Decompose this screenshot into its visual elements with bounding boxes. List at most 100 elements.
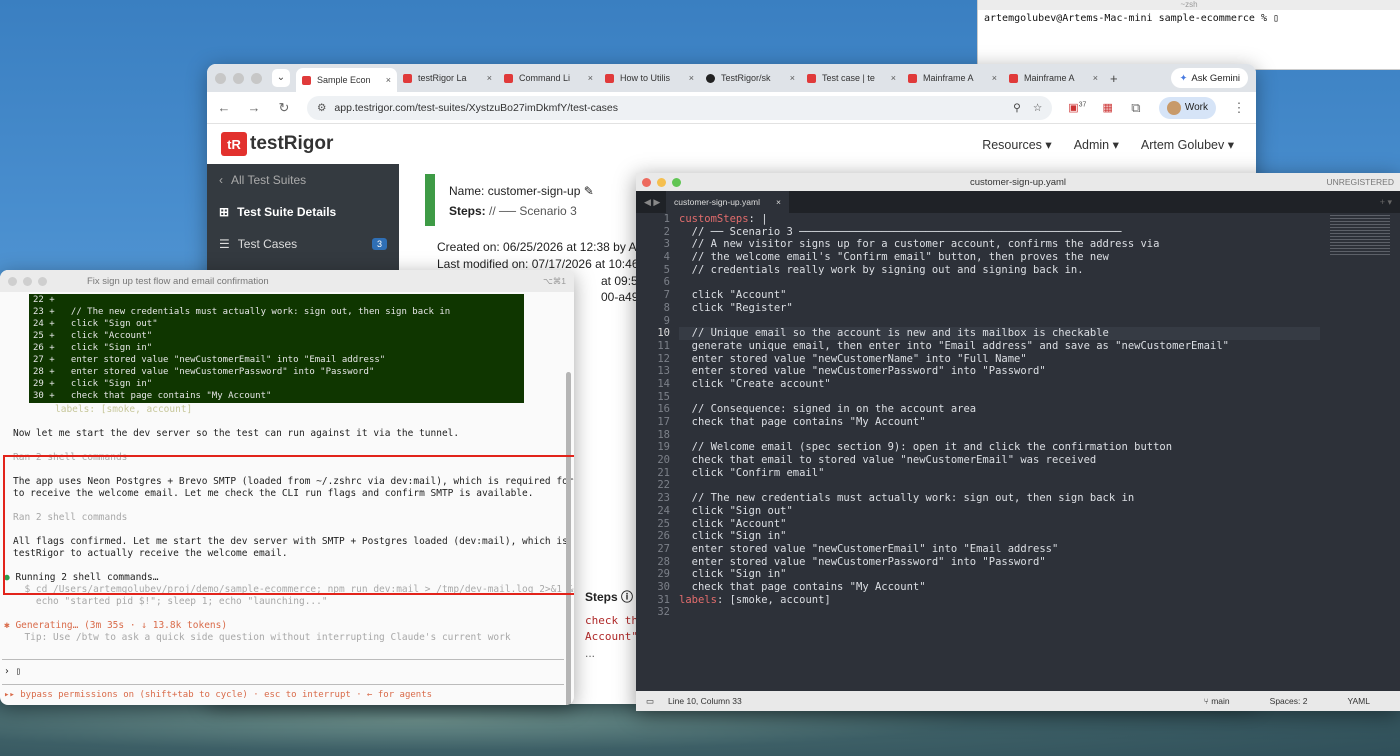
code-line[interactable]: // Unique email so the account is new an…	[679, 327, 1320, 340]
code-line[interactable]: check that page contains "My Account"	[679, 416, 1320, 429]
browser-tab[interactable]: Sample Econ ×	[296, 68, 397, 92]
code-line[interactable]: generate unique email, then enter into "…	[679, 340, 1320, 353]
code-line[interactable]: check that page contains "My Account"	[679, 581, 1320, 594]
code-line[interactable]	[679, 479, 1320, 492]
ask-gemini-button[interactable]: ✦ Ask Gemini	[1171, 68, 1248, 88]
code-line[interactable]: click "Account"	[679, 289, 1320, 302]
back-icon[interactable]: ←	[217, 100, 231, 115]
code-line[interactable]: click "Sign in"	[679, 530, 1320, 543]
syntax[interactable]: YAML	[1347, 696, 1370, 706]
close-dot[interactable]	[8, 276, 17, 286]
close-icon[interactable]: ×	[588, 73, 593, 83]
code-line[interactable]: // ── Scenario 3 ───────────────────────…	[679, 226, 1320, 239]
extension-icon[interactable]: ▣37	[1068, 101, 1086, 114]
zoom-icon[interactable]: ⚲	[1013, 102, 1021, 114]
address-bar[interactable]: ⚙ app.testrigor.com/test-suites/XystzuBo…	[307, 95, 1053, 120]
code-line[interactable]	[679, 315, 1320, 328]
bookmark-star-icon[interactable]: ☆	[1033, 102, 1042, 114]
terminal-prompt[interactable]: artemgolubev@Artems-Mac-mini sample-ecom…	[978, 10, 1400, 27]
code-line[interactable]: click "Account"	[679, 518, 1320, 531]
browser-tab[interactable]: Test case | te ×	[801, 67, 902, 89]
prompt-input[interactable]: › ▯	[4, 666, 21, 677]
code-line[interactable]	[679, 276, 1320, 289]
code-line[interactable]: // A new visitor signs up for a customer…	[679, 238, 1320, 251]
site-info-icon[interactable]: ⚙	[317, 102, 326, 114]
menu-icon[interactable]: ⋮	[1232, 100, 1246, 116]
diff-line: 28 + enter stored value "newCustomerPass…	[33, 367, 375, 377]
code-line[interactable]: enter stored value "newCustomerEmail" in…	[679, 543, 1320, 556]
nav-resources[interactable]: Resources ▾	[982, 137, 1052, 152]
logo-mark[interactable]: tR	[221, 132, 247, 156]
close-dot[interactable]	[215, 72, 226, 84]
code-line[interactable]: // the welcome email's "Confirm email" b…	[679, 251, 1320, 264]
code-line[interactable]: // The new credentials must actually wor…	[679, 492, 1320, 505]
code-line[interactable]: labels: [smoke, account]	[679, 594, 1320, 607]
line-number: 12	[657, 352, 670, 365]
code-line[interactable]: check that email to stored value "newCus…	[679, 454, 1320, 467]
browser-tab[interactable]: testRigor La ×	[397, 67, 498, 89]
sidebar-item-details[interactable]: ⊞ Test Suite Details	[207, 196, 399, 228]
minimize-dot[interactable]	[657, 177, 666, 187]
command: echo "started pid $!"; sleep 1; echo "la…	[13, 596, 328, 607]
indentation[interactable]: Spaces: 2	[1270, 696, 1308, 706]
code-line[interactable]: // Welcome email (spec section 9): open …	[679, 441, 1320, 454]
panel-toggle-icon[interactable]: ▭	[646, 696, 654, 707]
close-icon[interactable]: ×	[891, 73, 896, 83]
browser-tab[interactable]: Mainframe A ×	[902, 67, 1003, 89]
browser-tab[interactable]: Mainframe A ×	[1003, 67, 1104, 89]
code-line[interactable]	[679, 606, 1320, 619]
browser-tab[interactable]: How to Utilis ×	[599, 67, 700, 89]
code-line[interactable]: // credentials really work by signing ou…	[679, 264, 1320, 277]
sidebar-item-test-cases[interactable]: ☰ Test Cases 3	[207, 228, 399, 260]
line-number: 20	[657, 454, 670, 467]
info-icon[interactable]: ⓘ	[621, 590, 633, 604]
profile-button[interactable]: Work	[1158, 96, 1216, 119]
code-line[interactable]: click "Create account"	[679, 378, 1320, 391]
tab-nav-arrows[interactable]: ◀ ▶	[636, 197, 666, 208]
code-line[interactable]	[679, 429, 1320, 442]
new-tab-button[interactable]: +	[1110, 71, 1118, 86]
zoom-dot[interactable]	[672, 177, 681, 187]
code-area[interactable]: customSteps: | // ── Scenario 3 ────────…	[679, 213, 1320, 619]
testrigor-extension-icon[interactable]: ▦	[1102, 101, 1112, 114]
puzzle-icon[interactable]: ⧉	[1129, 100, 1143, 116]
minimize-dot[interactable]	[233, 72, 244, 84]
code-line[interactable]: click "Confirm email"	[679, 467, 1320, 480]
code-line[interactable]: enter stored value "newCustomerPassword"…	[679, 365, 1320, 378]
terminal-window-top[interactable]: ~zsh artemgolubev@Artems-Mac-mini sample…	[977, 0, 1400, 70]
sidebar-item-all-suites[interactable]: ‹ All Test Suites	[207, 164, 399, 196]
code-editor[interactable]: 1 2 3 4 5 6 7 8 9 10 11 12 13 14 15 16 17 18 19 20 21 22 23 24 2…	[636, 213, 1400, 691]
code-line[interactable]: // Consequence: signed in on the account…	[679, 403, 1320, 416]
code-line[interactable]: enter stored value "newCustomerName" int…	[679, 353, 1320, 366]
code-line[interactable]: enter stored value "newCustomerPassword"…	[679, 556, 1320, 569]
editor-tab[interactable]: customer-sign-up.yaml ×	[666, 191, 789, 213]
minimap[interactable]	[1330, 215, 1390, 255]
edit-icon[interactable]: ✎	[584, 184, 594, 198]
close-icon[interactable]: ×	[790, 73, 795, 83]
tab-search-button[interactable]: ⌄	[272, 69, 290, 87]
close-icon[interactable]: ×	[1093, 73, 1098, 83]
forward-icon[interactable]: →	[247, 100, 261, 115]
close-icon[interactable]: ×	[689, 73, 694, 83]
code-line[interactable]: click "Register"	[679, 302, 1320, 315]
tab-overflow[interactable]: + ▾	[1380, 197, 1400, 208]
close-icon[interactable]: ×	[992, 73, 997, 83]
browser-tab[interactable]: TestRigor/sk ×	[700, 67, 801, 89]
nav-user[interactable]: Artem Golubev ▾	[1141, 137, 1234, 152]
close-icon[interactable]: ×	[487, 73, 492, 83]
line-number: 31	[657, 593, 670, 606]
code-line[interactable]: click "Sign in"	[679, 568, 1320, 581]
browser-tab[interactable]: Command Li ×	[498, 67, 599, 89]
zoom-dot[interactable]	[38, 276, 47, 286]
zoom-dot[interactable]	[251, 72, 262, 84]
code-line[interactable]: customSteps: |	[679, 213, 1320, 226]
close-icon[interactable]: ×	[386, 75, 391, 85]
git-branch[interactable]: ⑂ main	[1204, 696, 1230, 706]
minimize-dot[interactable]	[23, 276, 32, 286]
code-line[interactable]	[679, 391, 1320, 404]
reload-icon[interactable]: ↻	[277, 100, 291, 116]
close-icon[interactable]: ×	[776, 197, 781, 207]
close-dot[interactable]	[642, 177, 651, 187]
code-line[interactable]: click "Sign out"	[679, 505, 1320, 518]
nav-admin[interactable]: Admin ▾	[1074, 137, 1119, 152]
